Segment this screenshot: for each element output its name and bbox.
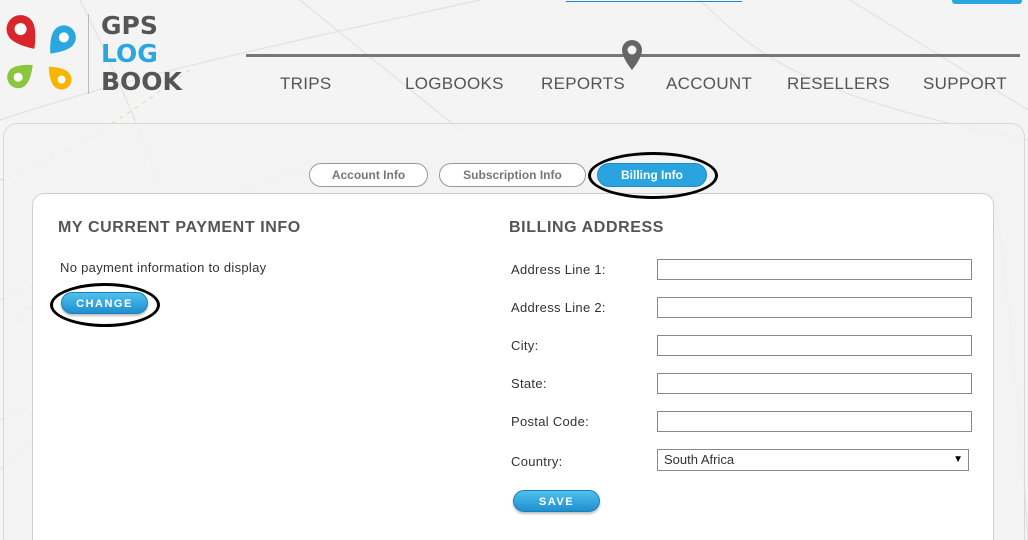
change-button[interactable]: CHANGE — [61, 292, 148, 314]
dropdown-arrow-icon: ▼ — [953, 454, 963, 465]
billing-address-title: BILLING ADDRESS — [509, 219, 665, 236]
postal-code-input[interactable] — [657, 411, 972, 432]
address-line-1-input[interactable] — [657, 259, 972, 280]
address-line-2-label: Address Line 2: — [511, 300, 606, 315]
city-input[interactable] — [657, 335, 972, 356]
address-line-2-input[interactable] — [657, 297, 972, 318]
state-input[interactable] — [657, 373, 972, 394]
tab-account-info[interactable]: Account Info — [309, 163, 428, 187]
tab-billing-info[interactable]: Billing Info — [597, 163, 707, 187]
billing-panel — [32, 193, 994, 540]
country-select[interactable]: South Africa ▼ — [657, 449, 969, 471]
account-tabs: Account Info Subscription Info Billing I… — [0, 0, 1028, 200]
address-line-1-label: Address Line 1: — [511, 262, 606, 277]
country-selected-value: South Africa — [664, 452, 735, 467]
postal-code-label: Postal Code: — [511, 414, 590, 429]
state-label: State: — [511, 376, 547, 391]
tab-subscription-info[interactable]: Subscription Info — [439, 163, 586, 187]
payment-info-message: No payment information to display — [60, 260, 267, 275]
payment-info-title: MY CURRENT PAYMENT INFO — [58, 219, 301, 236]
city-label: City: — [511, 338, 539, 353]
country-label: Country: — [511, 454, 563, 469]
save-button[interactable]: SAVE — [513, 490, 600, 512]
